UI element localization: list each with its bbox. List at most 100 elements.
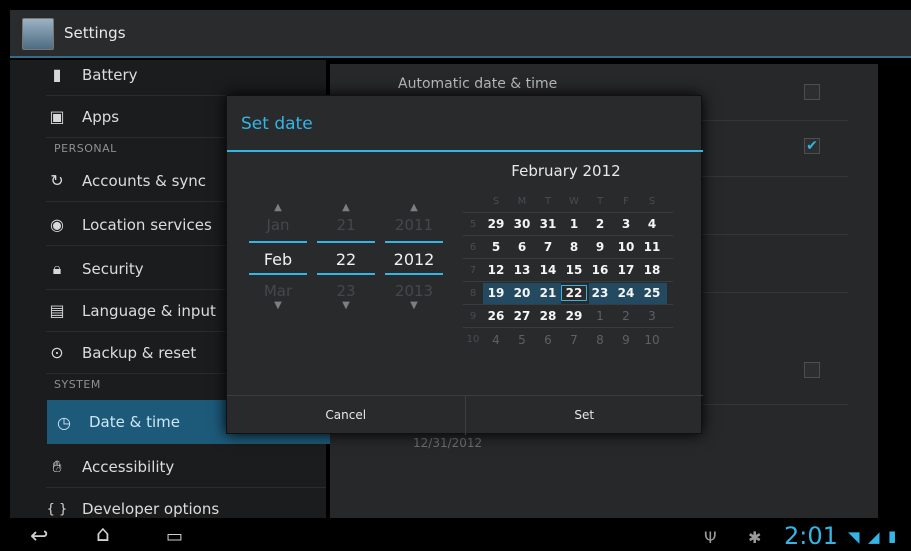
- calendar-day[interactable]: 1: [587, 309, 613, 323]
- calendar-day[interactable]: 5: [483, 240, 509, 254]
- day-name: M: [517, 195, 527, 207]
- cancel-button[interactable]: Cancel: [227, 396, 465, 435]
- calendar-day[interactable]: 23: [587, 286, 613, 300]
- dialog-title-divider: [227, 150, 703, 152]
- calendar-day[interactable]: 28: [535, 309, 561, 323]
- calendar-day[interactable]: 4: [483, 333, 509, 347]
- calendar-day[interactable]: 16: [587, 263, 613, 277]
- calendar-day[interactable]: 9: [587, 240, 613, 254]
- spinner-current-value[interactable]: 2012: [385, 241, 443, 275]
- day-name: T: [596, 195, 604, 207]
- calendar-day[interactable]: 20: [509, 286, 535, 300]
- month-spinner[interactable]: ▲ Jan Feb Mar ▼: [249, 202, 307, 314]
- calendar-day[interactable]: 1: [561, 217, 587, 231]
- calendar-week-row: 6 5 6 7 8 9 10 11: [463, 236, 673, 259]
- automatic-date-time-label: Automatic date & time: [398, 76, 558, 92]
- section-header-system: SYSTEM: [54, 378, 101, 391]
- spinner-prev-value: 21: [336, 216, 356, 234]
- section-header-personal: PERSONAL: [54, 142, 117, 155]
- calendar-day[interactable]: 29: [561, 309, 587, 323]
- set-date-dialog: Set date ▲ Jan Feb Mar ▼ ▲ 21 22 23 ▼ ▲ …: [226, 95, 704, 435]
- day-name: S: [648, 195, 656, 207]
- automatic-date-checkbox[interactable]: [804, 84, 820, 100]
- calendar-day[interactable]: 25: [639, 286, 665, 300]
- calendar-day[interactable]: 2: [587, 217, 613, 231]
- calendar-day[interactable]: 9: [613, 333, 639, 347]
- spinner-prev-value: Jan: [266, 216, 290, 234]
- calendar-day[interactable]: 13: [509, 263, 535, 277]
- calendar-day[interactable]: 7: [561, 333, 587, 347]
- clock-icon: ◷: [57, 412, 71, 432]
- calendar-day[interactable]: 3: [613, 217, 639, 231]
- year-spinner[interactable]: ▲ 2011 2012 2013 ▼: [385, 202, 443, 314]
- sidebar-item-battery[interactable]: ▮ Battery: [46, 54, 326, 96]
- calendar-day[interactable]: 3: [639, 309, 665, 323]
- location-icon: ◉: [50, 215, 64, 234]
- calendar-day[interactable]: 15: [561, 263, 587, 277]
- sidebar-item-label: Date & time: [89, 413, 180, 431]
- battery-icon: ▮: [52, 65, 62, 84]
- calendar-day[interactable]: 21: [535, 286, 561, 300]
- spinner-current-value[interactable]: Feb: [249, 241, 307, 275]
- sidebar-item-accessibility[interactable]: ✋︎ Accessibility: [46, 446, 326, 488]
- decrement-month-icon[interactable]: ▼: [249, 300, 307, 314]
- debug-icon: ✱: [748, 528, 762, 547]
- recent-apps-icon[interactable]: ▭: [166, 526, 183, 547]
- calendar-day[interactable]: 7: [535, 240, 561, 254]
- calendar-day[interactable]: 17: [613, 263, 639, 277]
- calendar-day[interactable]: 19: [483, 286, 509, 300]
- calendar-day[interactable]: 18: [639, 263, 665, 277]
- calendar-day-names: S M T W T F S: [463, 190, 673, 213]
- app-title: Settings: [64, 24, 126, 42]
- battery-status-icon: ▮: [888, 527, 897, 545]
- increment-month-icon[interactable]: ▲: [249, 202, 307, 216]
- keyboard-icon: ▤: [49, 301, 65, 320]
- calendar-day[interactable]: 4: [639, 217, 665, 231]
- calendar-day-selected[interactable]: 22: [561, 285, 587, 301]
- automatic-timezone-checkbox[interactable]: ✔: [804, 138, 820, 154]
- sidebar-item-label: Location services: [82, 215, 212, 234]
- day-name: S: [492, 195, 500, 207]
- sidebar-item-label: Accounts & sync: [82, 171, 207, 190]
- date-value: 12/31/2012: [413, 436, 483, 450]
- calendar-day[interactable]: 26: [483, 309, 509, 323]
- day-name: T: [544, 195, 552, 207]
- calendar-day[interactable]: 10: [613, 240, 639, 254]
- calendar-week-row: 9 26 27 28 29 1 2 3: [463, 305, 673, 328]
- action-bar: Settings: [10, 10, 911, 58]
- calendar-day[interactable]: 29: [483, 217, 509, 231]
- set-button[interactable]: Set: [464, 396, 704, 435]
- increment-year-icon[interactable]: ▲: [385, 202, 443, 216]
- calendar-day[interactable]: 5: [509, 333, 535, 347]
- calendar-week-row: 10 4 5 6 7 8 9 10: [463, 328, 673, 351]
- week-number: 8: [469, 287, 477, 299]
- calendar-day[interactable]: 14: [535, 263, 561, 277]
- sync-icon: ↻: [50, 171, 64, 190]
- sidebar-item-label: Language & input: [82, 301, 216, 320]
- calendar-day[interactable]: 6: [509, 240, 535, 254]
- calendar-day[interactable]: 27: [509, 309, 535, 323]
- calendar-day[interactable]: 8: [561, 240, 587, 254]
- settings-app-icon[interactable]: [22, 18, 54, 50]
- calendar-day[interactable]: 10: [639, 333, 665, 347]
- day-spinner[interactable]: ▲ 21 22 23 ▼: [317, 202, 375, 314]
- decrement-year-icon[interactable]: ▼: [385, 300, 443, 314]
- time-format-checkbox[interactable]: [804, 362, 820, 378]
- home-icon[interactable]: ⌂: [96, 522, 110, 547]
- decrement-day-icon[interactable]: ▼: [317, 300, 375, 314]
- increment-day-icon[interactable]: ▲: [317, 202, 375, 216]
- calendar-day[interactable]: 6: [535, 333, 561, 347]
- calendar-day[interactable]: 11: [639, 240, 665, 254]
- day-name: W: [569, 195, 579, 207]
- sidebar-item-label: Backup & reset: [82, 343, 197, 362]
- spinner-prev-value: 2011: [394, 216, 434, 234]
- calendar-day[interactable]: 31: [535, 217, 561, 231]
- spinner-current-value[interactable]: 22: [317, 241, 375, 275]
- calendar-day[interactable]: 8: [587, 333, 613, 347]
- calendar-day[interactable]: 30: [509, 217, 535, 231]
- calendar-day[interactable]: 2: [613, 309, 639, 323]
- calendar-day[interactable]: 12: [483, 263, 509, 277]
- back-icon[interactable]: ↩: [30, 524, 48, 549]
- calendar-day[interactable]: 24: [613, 286, 639, 300]
- calendar-grid[interactable]: S M T W T F S 5 29 30 31 1 2 3 4 6 5 6 7…: [463, 190, 673, 351]
